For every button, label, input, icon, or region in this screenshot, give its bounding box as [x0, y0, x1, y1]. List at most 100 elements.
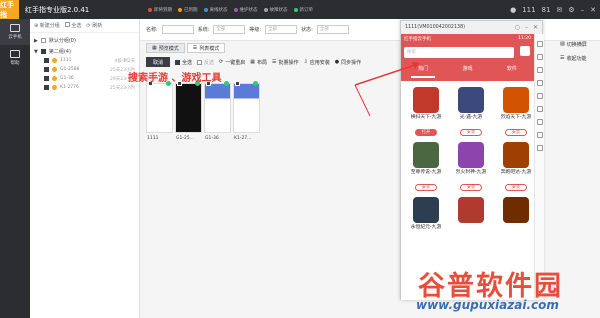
settings-icon[interactable]: ⚙ — [568, 6, 574, 14]
game-item[interactable] — [452, 197, 490, 237]
game-action-button[interactable]: 安装 — [460, 184, 482, 191]
phone-search-input[interactable]: 搜索 — [404, 47, 514, 58]
thumbnail-label: G1-36 — [205, 136, 219, 141]
group-second[interactable]: ▼ 第二组(4) — [30, 44, 139, 56]
rail-item-help[interactable]: 帮助 — [0, 45, 30, 71]
device-thumbnail[interactable]: G1-25... — [175, 81, 202, 141]
game-icon[interactable] — [413, 87, 439, 113]
game-action-button[interactable]: 安装 — [460, 129, 482, 136]
group-checkbox[interactable] — [40, 49, 46, 54]
wifi-icon[interactable] — [536, 41, 543, 47]
device-checkbox[interactable] — [44, 85, 49, 90]
status-tab[interactable]: 维护状态 — [233, 7, 258, 13]
game-item[interactable]: 烈火封神-九游 安装 — [452, 142, 490, 191]
select-all-devices[interactable]: 全选 — [64, 22, 81, 29]
tab-hot[interactable]: 热门 — [418, 65, 428, 72]
refresh-button[interactable]: ⟳ 刷新 — [86, 22, 102, 29]
online-status-icon — [253, 81, 258, 86]
tab-games[interactable]: 游戏 — [462, 65, 472, 72]
system-select[interactable]: 全部 — [213, 25, 246, 34]
status-tab[interactable]: 新订单 — [293, 7, 313, 13]
layout-button[interactable]: ▦ 布局 — [250, 59, 267, 66]
download-icon[interactable] — [520, 46, 530, 56]
device-thumbnail[interactable]: K1-27... — [233, 81, 260, 141]
status-tab[interactable]: 已到期 — [178, 7, 198, 13]
group-default[interactable]: ▶ 默认分组(0) — [30, 33, 139, 45]
game-action-button[interactable]: 安装 — [415, 184, 437, 191]
game-item[interactable]: 永恒纪元-九游 — [407, 197, 445, 237]
more-icon[interactable] — [536, 145, 543, 151]
game-icon[interactable] — [458, 87, 484, 113]
game-icon[interactable] — [503, 197, 529, 223]
user-name[interactable]: 111 — [522, 6, 535, 14]
pin-icon[interactable]: ○ — [515, 24, 520, 31]
game-icon[interactable] — [458, 142, 484, 168]
switch-orientation-button[interactable]: ▨ 切换横屏 — [560, 37, 600, 51]
preview-mode-button[interactable]: ▦ 预览模式 — [146, 43, 185, 53]
status-tab[interactable]: 离线状态 — [203, 7, 228, 13]
status-tab[interactable]: 故障状态 — [263, 7, 288, 13]
screenshot-icon[interactable] — [536, 54, 543, 60]
cancel-button[interactable]: 取消 — [146, 57, 171, 67]
close-button[interactable]: ✕ — [590, 6, 596, 14]
select-all-checkbox[interactable]: 全选 — [175, 59, 192, 66]
thumbnail-checkbox[interactable] — [235, 81, 240, 86]
status-select[interactable]: 全部 — [316, 25, 349, 34]
game-item[interactable] — [497, 197, 535, 237]
game-item[interactable]: 烈焰天下-九游 安装 — [497, 87, 535, 136]
rotate-icon[interactable] — [536, 80, 543, 86]
game-icon[interactable] — [503, 142, 529, 168]
device-row[interactable]: 1111 4核·剩2天 — [30, 55, 139, 64]
device-thumbnail[interactable]: 1111 — [146, 81, 173, 141]
group-checkbox[interactable] — [40, 38, 46, 43]
restart-button[interactable]: ⟳ 一键重启 — [219, 59, 245, 66]
status-tab[interactable]: 即将到期 — [148, 7, 172, 13]
collapse-button[interactable]: ☰ 收起功能 — [560, 51, 600, 65]
name-filter-input[interactable] — [161, 25, 194, 34]
device-checkbox[interactable] — [44, 67, 49, 72]
left-rail: 云手机 帮助 — [0, 19, 30, 318]
message-icon[interactable]: ✉ — [556, 6, 562, 14]
device-thumbnail[interactable]: G1-36 — [204, 81, 231, 141]
game-item[interactable]: 至尊传说-九游 安装 — [407, 142, 445, 191]
message-badge[interactable]: 81 — [542, 6, 551, 14]
close-icon[interactable]: ✕ — [533, 24, 538, 31]
keyboard-icon[interactable] — [536, 93, 543, 99]
game-icon[interactable] — [458, 197, 484, 223]
expand-icon[interactable]: ▶ — [34, 38, 38, 44]
invert-checkbox[interactable]: 反选 — [197, 59, 214, 66]
tab-software[interactable]: 软件 — [507, 65, 517, 72]
collapse-icon[interactable]: ▼ — [34, 49, 38, 55]
device-row[interactable]: G1-36 29天23小时 — [30, 73, 139, 82]
device-row[interactable]: G1-2588 25天23小时 — [30, 64, 139, 73]
game-action-button[interactable]: 打开 — [415, 129, 437, 136]
game-icon[interactable] — [413, 197, 439, 223]
game-icon[interactable] — [503, 87, 529, 113]
game-item[interactable]: 光·遇-九游 安装 — [452, 87, 490, 136]
game-icon[interactable] — [413, 142, 439, 168]
game-action-button[interactable]: 安装 — [505, 184, 527, 191]
level-select[interactable]: 全部 — [265, 25, 298, 34]
device-checkbox[interactable] — [44, 76, 49, 81]
phone-window-titlebar: 1111(VM010042002138) ○ – ✕ — [401, 21, 542, 34]
install-button[interactable]: ⇩ 应用安装 — [304, 59, 330, 66]
device-row[interactable]: K1-2776 25天23小时 — [30, 82, 139, 91]
volume-icon[interactable] — [536, 67, 543, 73]
game-item[interactable]: 奔跑吧达-九游 安装 — [497, 142, 535, 191]
clipboard-icon[interactable] — [536, 106, 543, 112]
annotation-text: 搜索手游 、游戏工具 — [128, 73, 222, 84]
game-action-button[interactable]: 安装 — [505, 129, 527, 136]
batch-button[interactable]: ☰ 批量操作 — [272, 59, 299, 66]
rail-item-cloud-phone[interactable]: 云手机 — [0, 19, 30, 45]
new-group-button[interactable]: ⊕ 新建分组 — [34, 22, 60, 29]
upload-icon[interactable] — [536, 119, 543, 125]
game-item[interactable]: 横扫天下-九游 打开 — [407, 87, 445, 136]
sync-button[interactable]: ● 同步操作 — [335, 59, 361, 66]
minimize-icon[interactable]: – — [525, 24, 528, 31]
thumbnail-label: 1111 — [147, 136, 159, 141]
user-icon[interactable]: ● — [510, 6, 516, 14]
device-checkbox[interactable] — [44, 58, 49, 63]
list-mode-button[interactable]: ☰ 列表模式 — [186, 43, 226, 53]
restart-icon[interactable] — [536, 132, 543, 138]
minimize-button[interactable]: – — [581, 6, 585, 14]
